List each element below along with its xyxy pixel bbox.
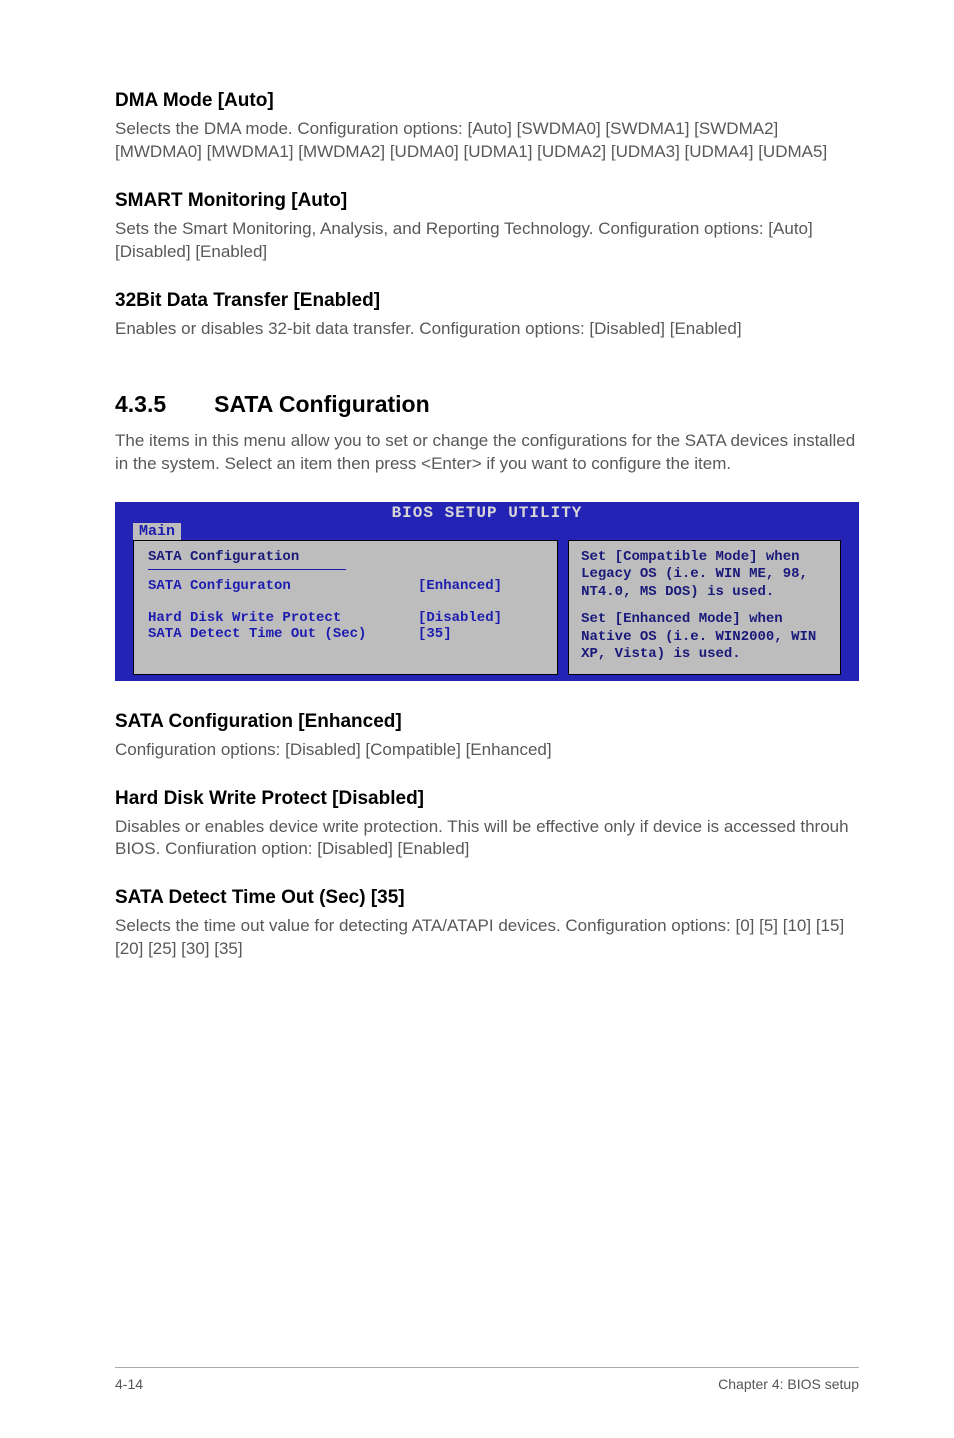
32bit-transfer-body: Enables or disables 32-bit data transfer… bbox=[115, 318, 859, 341]
bios-tab-main: Main bbox=[133, 523, 181, 540]
bios-help-text-1: Set [Compatible Mode] when Legacy OS (i.… bbox=[581, 549, 828, 602]
bios-title: BIOS SETUP UTILITY bbox=[115, 502, 859, 522]
sata-detect-timeout-heading: SATA Detect Time Out (Sec) [35] bbox=[115, 887, 859, 909]
page-footer: 4-14 Chapter 4: BIOS setup bbox=[115, 1367, 859, 1392]
32bit-transfer-heading: 32Bit Data Transfer [Enabled] bbox=[115, 290, 859, 312]
bios-row-sata-detect-timeout: SATA Detect Time Out (Sec) [35] bbox=[148, 626, 543, 642]
smart-monitoring-heading: SMART Monitoring [Auto] bbox=[115, 190, 859, 212]
bios-row-label: Hard Disk Write Protect bbox=[148, 610, 418, 626]
bios-row-value: [35] bbox=[418, 626, 452, 642]
page-number: 4-14 bbox=[115, 1376, 143, 1392]
sata-config-enhanced-heading: SATA Configuration [Enhanced] bbox=[115, 711, 859, 733]
bios-row-label: SATA Detect Time Out (Sec) bbox=[148, 626, 418, 642]
bios-row-value: [Disabled] bbox=[418, 610, 502, 626]
dma-mode-heading: DMA Mode [Auto] bbox=[115, 90, 859, 112]
smart-monitoring-body: Sets the Smart Monitoring, Analysis, and… bbox=[115, 218, 859, 264]
bios-help-text-2: Set [Enhanced Mode] when Native OS (i.e.… bbox=[581, 611, 828, 664]
bios-row-value: [Enhanced] bbox=[418, 578, 502, 594]
bios-setup-utility-screenshot: BIOS SETUP UTILITY Main SATA Configurati… bbox=[115, 502, 859, 681]
bios-row-spacer bbox=[148, 594, 543, 610]
sata-configuration-heading: 4.3.5 SATA Configuration bbox=[115, 391, 859, 418]
bios-row-sata-config: SATA Configuraton [Enhanced] bbox=[148, 578, 543, 594]
chapter-label: Chapter 4: BIOS setup bbox=[718, 1376, 859, 1392]
sata-config-enhanced-body: Configuration options: [Disabled] [Compa… bbox=[115, 739, 859, 762]
bios-divider bbox=[148, 569, 346, 570]
section-number: 4.3.5 bbox=[115, 391, 166, 418]
bios-help-panel: Set [Compatible Mode] when Legacy OS (i.… bbox=[568, 540, 841, 675]
section-title: SATA Configuration bbox=[214, 391, 429, 417]
bios-row-hd-write-protect: Hard Disk Write Protect [Disabled] bbox=[148, 610, 543, 626]
bios-panel-title: SATA Configuration bbox=[148, 549, 543, 565]
hd-write-protect-body: Disables or enables device write protect… bbox=[115, 816, 859, 862]
dma-mode-body: Selects the DMA mode. Configuration opti… bbox=[115, 118, 859, 164]
sata-configuration-intro: The items in this menu allow you to set … bbox=[115, 430, 859, 476]
bios-left-panel: SATA Configuration SATA Configuraton [En… bbox=[133, 540, 558, 675]
bios-row-label: SATA Configuraton bbox=[148, 578, 418, 594]
sata-detect-timeout-body: Selects the time out value for detecting… bbox=[115, 915, 859, 961]
hd-write-protect-heading: Hard Disk Write Protect [Disabled] bbox=[115, 788, 859, 810]
